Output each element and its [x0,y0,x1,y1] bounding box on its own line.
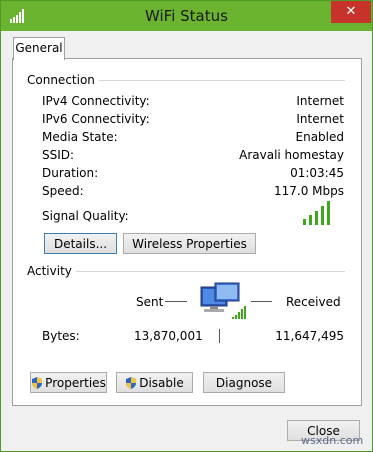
disable-button[interactable]: Disable [116,372,193,393]
sent-label: Sent [136,295,164,309]
ssid-value: Aravali homestay [239,148,344,162]
bytes-label: Bytes: [42,329,80,343]
signal-bar [327,201,330,225]
duration-label: Duration: [42,166,99,180]
client-area: General Connection IPv4 Connectivity: In… [1,31,372,451]
title-bar[interactable]: WiFi Status ✕ [1,1,372,31]
bytes-sent-value: 13,870,001 [134,329,203,343]
ipv4-label: IPv4 Connectivity: [42,94,150,108]
activity-separator [219,329,220,343]
received-label: Received [286,295,341,309]
ipv6-value: Internet [296,112,344,126]
signal-bar [303,219,306,225]
ipv4-value: Internet [296,94,344,108]
signal-bar [321,206,324,225]
window-title: WiFi Status [145,7,228,25]
diagnose-button[interactable]: Diagnose [203,372,285,393]
speed-value: 117.0 Mbps [273,184,344,198]
sent-connector [165,301,187,302]
ssid-label: SSID: [42,148,75,162]
details-button[interactable]: Details... [44,233,117,254]
bytes-received-value: 11,647,495 [275,329,344,343]
signal-bar [315,211,318,225]
ipv6-label: IPv6 Connectivity: [42,112,150,126]
media-state-label: Media State: [42,130,118,144]
signal-bar [309,215,312,225]
received-connector [251,301,272,302]
watermark: wsxdn.com [301,434,364,447]
media-state-value: Enabled [295,130,345,144]
tab-general[interactable]: General [13,37,65,60]
activity-group-label: Activity [27,264,76,278]
shield-icon [126,377,137,389]
signal-quality-label: Signal Quality: [42,209,129,223]
properties-button[interactable]: Properties [30,372,107,393]
properties-label: Properties [45,376,106,390]
connection-group-label: Connection [27,73,99,87]
speed-label: Speed: [42,184,84,198]
wifi-status-window: WiFi Status ✕ General Connection IPv4 Co… [0,0,373,452]
wireless-properties-button[interactable]: Wireless Properties [123,233,256,254]
signal-strength-icon [303,201,333,225]
duration-value: 01:03:45 [290,166,344,180]
close-window-button[interactable]: ✕ [331,1,371,23]
disable-label: Disable [139,376,184,390]
network-computer-icon [200,282,246,319]
general-panel: Connection IPv4 Connectivity: Internet I… [12,58,362,406]
shield-icon [32,377,43,389]
